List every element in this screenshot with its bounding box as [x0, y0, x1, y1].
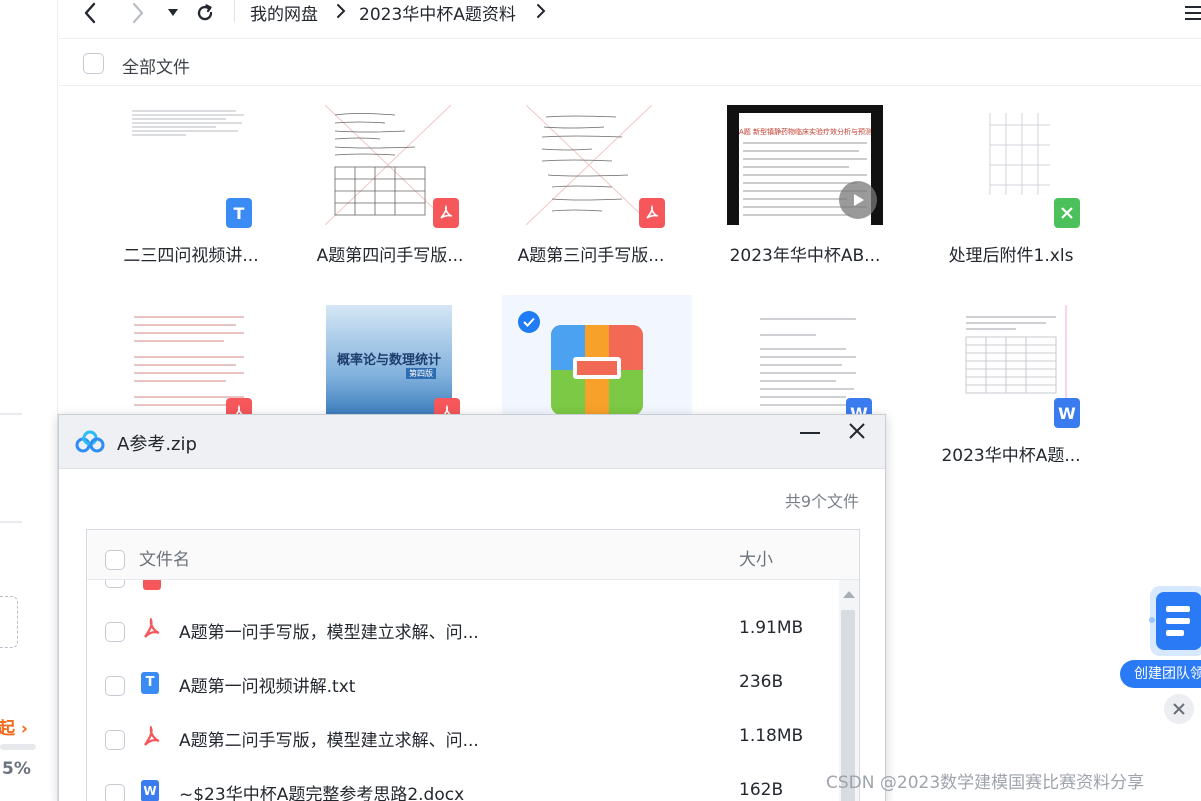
list-item[interactable]: T A题第一问视频讲解.txt 236B [87, 658, 839, 712]
txt-file-icon: T [226, 198, 252, 228]
sidebar-divider [0, 413, 22, 415]
team-promo-label[interactable]: 创建团队领福 [1120, 660, 1201, 688]
list-item-partial [87, 580, 839, 594]
breadcrumb-separator-icon [537, 4, 546, 18]
pdf-file-icon [144, 726, 160, 746]
close-icon [1173, 703, 1185, 715]
storage-bar [0, 744, 36, 750]
file-thumbnail [526, 105, 652, 225]
row-checkbox[interactable] [105, 784, 125, 801]
watermark-text: CSDN @2023数学建模国赛比赛资料分享 [826, 773, 1145, 793]
file-name: 2023华中杯A题... [941, 446, 1081, 466]
selected-check-icon[interactable] [518, 311, 540, 333]
back-button[interactable] [77, 0, 103, 26]
pdf-file-icon [433, 198, 459, 228]
file-name: A题第二问手写版，模型建立求解、问... [179, 731, 479, 751]
dialog-header: A参考.zip [59, 415, 885, 469]
file-tile[interactable]: W 2023华中杯A题... [916, 295, 1106, 466]
chevron-left-icon [84, 2, 96, 24]
all-files-label: 全部文件 [122, 58, 190, 78]
toolbar-divider [59, 85, 1201, 86]
file-count: 共9个文件 [784, 492, 859, 511]
archive-preview-dialog: A参考.zip 共9个文件 文件名 大小 A题第一问手写版，模型建立求解、问..… [58, 414, 886, 801]
row-checkbox[interactable] [105, 580, 125, 588]
history-dropdown[interactable] [165, 0, 181, 26]
column-header-name[interactable]: 文件名 [139, 545, 190, 570]
sidebar: 起 › 5% [0, 0, 58, 801]
file-size: 162B [739, 780, 784, 800]
dialog-title: A参考.zip [117, 434, 197, 455]
sidebar-upgrade-link[interactable]: 起 › [0, 714, 28, 739]
caret-down-icon [168, 9, 178, 16]
select-all-checkbox[interactable] [105, 550, 125, 570]
forward-button[interactable] [125, 0, 151, 26]
netdisk-window: 起 › 5% 我的网盘 2023华中杯A题资料 全部文件 T 二三四问视频讲..… [0, 0, 1201, 801]
breadcrumb-root[interactable]: 我的网盘 [250, 0, 318, 25]
chevron-right-icon [132, 2, 144, 24]
list-item[interactable]: A题第一问手写版，模型建立求解、问... 1.91MB [87, 604, 839, 658]
file-tile[interactable]: 处理后附件1.xls [916, 95, 1106, 266]
excel-file-icon [1054, 198, 1080, 228]
row-checkbox[interactable] [105, 622, 125, 642]
file-tile[interactable]: A题第四问手写版... [295, 95, 485, 266]
promo-close-button[interactable] [1164, 694, 1194, 724]
pdf-file-icon [639, 198, 665, 228]
file-tile[interactable]: A题 新型镇静药物临床实验疗效分析与预测 2023年华中杯AB... [710, 95, 900, 266]
book-cover-edition: 第四版 [406, 368, 436, 379]
pdf-file-icon [143, 580, 161, 590]
nav-bar: 我的网盘 2023华中杯A题资料 [59, 0, 1201, 38]
file-name: A题第一问手写版，模型建立求解、问... [179, 623, 479, 643]
pdf-file-icon [144, 618, 160, 638]
file-name: ~$23华中杯A题完整参考思路2.docx [179, 785, 465, 801]
row-checkbox[interactable] [105, 676, 125, 696]
sidebar-drop-zone[interactable] [0, 596, 18, 648]
zip-archive-icon [551, 325, 643, 415]
list-item[interactable]: A题第二问手写版，模型建立求解、问... 1.18MB [87, 712, 839, 766]
file-name: 2023年华中杯AB... [729, 246, 881, 266]
file-name: 二三四问视频讲... [123, 246, 259, 266]
column-header-size[interactable]: 大小 [739, 545, 773, 570]
file-size: 236B [739, 672, 784, 692]
storage-percent: 5% [2, 759, 31, 779]
video-frame-title: A题 新型镇静药物临床实验疗效分析与预测 [739, 128, 871, 136]
list-header: 文件名 大小 [87, 530, 859, 580]
scroll-up-icon[interactable] [842, 589, 856, 599]
breadcrumb-separator-icon [337, 4, 346, 18]
book-cover-title: 概率论与数理统计 [336, 353, 441, 368]
close-icon[interactable] [847, 421, 867, 441]
file-name: A题第四问手写版... [316, 246, 464, 266]
minimize-icon[interactable] [799, 429, 821, 449]
list-view-icon[interactable] [1183, 4, 1201, 20]
refresh-button[interactable] [193, 0, 217, 26]
play-icon[interactable] [839, 181, 877, 219]
refresh-icon [197, 4, 213, 21]
archive-file-list: 文件名 大小 A题第一问手写版，模型建立求解、问... 1.91MB T A题第… [86, 529, 860, 801]
file-tile[interactable]: A题第三问手写版... [496, 95, 686, 266]
file-name: A题第一问视频讲解.txt [179, 677, 356, 697]
file-size: 1.91MB [739, 618, 804, 638]
txt-file-icon: T [141, 672, 159, 694]
baidu-netdisk-logo-icon [75, 430, 105, 453]
file-tile[interactable]: T 二三四问视频讲... [96, 95, 286, 266]
sidebar-divider [0, 521, 22, 523]
row-checkbox[interactable] [105, 730, 125, 750]
list-item[interactable]: W ~$23华中杯A题完整参考思路2.docx 162B [87, 766, 839, 801]
breadcrumb-current[interactable]: 2023华中杯A题资料 [359, 0, 516, 25]
team-promo-widget[interactable]: 创建团队领福 [1120, 578, 1201, 688]
file-name: 处理后附件1.xls [948, 246, 1074, 266]
team-promo-icon [1149, 586, 1201, 656]
file-size: 1.18MB [739, 726, 804, 746]
video-thumbnail: A题 新型镇静药物临床实验疗效分析与预测 [727, 105, 883, 225]
word-file-icon: W [1054, 398, 1080, 428]
nav-divider [234, 0, 235, 22]
word-file-icon: W [141, 780, 159, 801]
file-name: A题第三问手写版... [517, 246, 665, 266]
nav-divider-line [59, 38, 1201, 39]
select-all-checkbox[interactable] [83, 53, 104, 74]
